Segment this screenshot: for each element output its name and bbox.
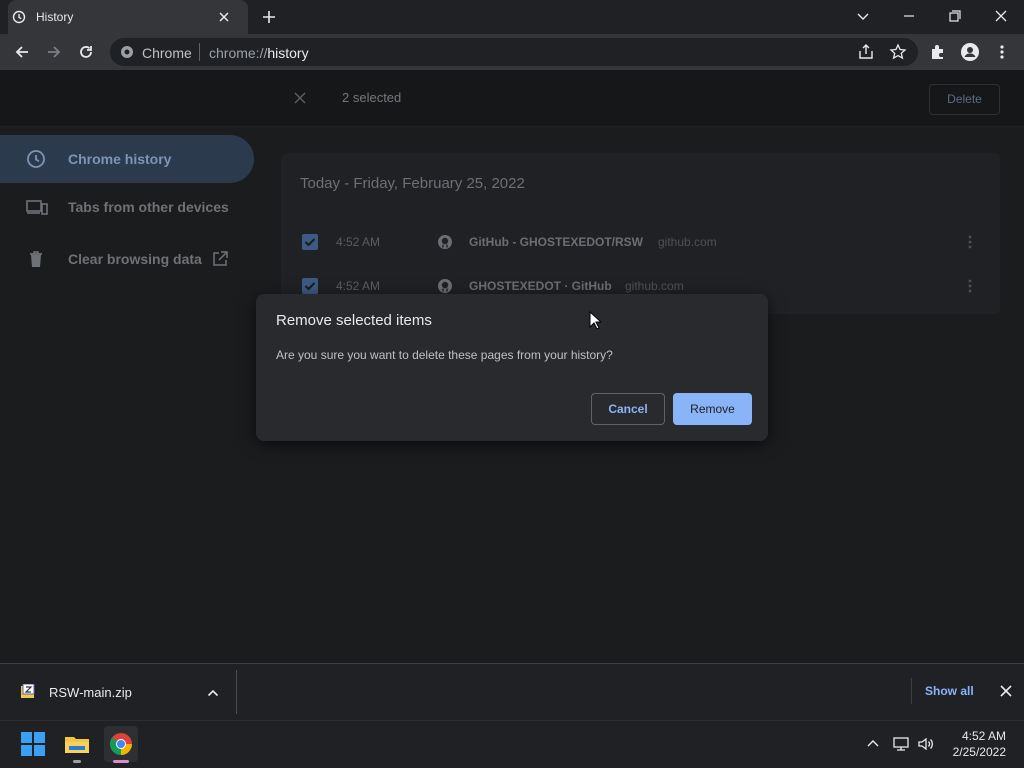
entry-checkbox[interactable] (302, 234, 318, 250)
entry-domain: github.com (658, 235, 717, 249)
profile-avatar-icon[interactable] (960, 42, 980, 62)
taskbar-active-indicator (113, 760, 129, 763)
chrome-app-icon[interactable] (105, 728, 137, 760)
new-tab-button[interactable] (260, 8, 278, 26)
dialog-message: Are you sure you want to delete these pa… (276, 348, 613, 362)
cancel-button[interactable]: Cancel (591, 393, 665, 425)
chrome-site-icon[interactable] (120, 45, 134, 59)
network-icon[interactable] (892, 735, 910, 753)
forward-button[interactable] (44, 42, 64, 62)
volume-icon[interactable] (917, 735, 935, 753)
trash-icon (26, 249, 46, 269)
clock-date[interactable]: 2/25/2022 (944, 745, 1006, 759)
github-favicon-icon (437, 278, 453, 294)
history-icon (12, 10, 26, 24)
sidebar-item-label: Chrome history (68, 151, 172, 167)
entry-time: 4:52 AM (336, 235, 381, 249)
shelf-divider (911, 678, 912, 704)
github-favicon-icon (437, 234, 453, 250)
entry-title[interactable]: GHOSTEXEDOT · GitHub (469, 279, 612, 293)
file-explorer-icon[interactable] (61, 728, 93, 760)
chevron-up-icon[interactable] (865, 736, 881, 752)
start-button-windows-icon[interactable] (17, 728, 49, 760)
reload-button[interactable] (76, 42, 96, 62)
day-heading: Today - Friday, February 25, 2022 (300, 175, 525, 192)
url-text: chrome://history (209, 45, 309, 61)
entry-title[interactable]: GitHub - GHOSTEXEDOT/RSW (469, 235, 643, 249)
show-all-link[interactable]: Show all (925, 684, 974, 698)
restore-button[interactable] (945, 6, 965, 26)
entry-domain: github.com (625, 279, 684, 293)
tab-close-icon[interactable] (216, 9, 232, 25)
close-shelf-icon[interactable] (998, 683, 1014, 699)
sidebar-item-label: Tabs from other devices (68, 199, 229, 215)
shelf-divider (236, 670, 237, 714)
taskbar-running-indicator (73, 760, 81, 763)
menu-kebab-icon[interactable] (992, 42, 1012, 62)
delete-button[interactable]: Delete (929, 84, 1000, 115)
selection-toolbar (0, 70, 1024, 127)
back-button[interactable] (12, 42, 32, 62)
close-window-button[interactable] (991, 6, 1011, 26)
minimize-button[interactable] (899, 6, 919, 26)
zip-file-icon (20, 684, 38, 700)
entry-menu-icon[interactable] (966, 278, 974, 294)
selected-count: 2 selected (342, 90, 402, 105)
entry-checkbox[interactable] (302, 278, 318, 294)
remove-button[interactable]: Remove (673, 393, 752, 425)
clock-icon (26, 149, 46, 169)
mouse-cursor-icon (589, 311, 601, 330)
url-scheme: chrome:// (209, 45, 268, 61)
bookmark-star-icon[interactable] (888, 42, 908, 62)
extensions-icon[interactable] (928, 42, 948, 62)
clock-time[interactable]: 4:52 AM (948, 729, 1006, 743)
tab-search-icon[interactable] (853, 6, 873, 26)
share-icon[interactable] (856, 42, 876, 62)
entry-time: 4:52 AM (336, 279, 381, 293)
sidebar-item-label: Clear browsing data (68, 251, 202, 267)
dialog-title: Remove selected items (276, 312, 432, 329)
url-host: history (267, 45, 309, 61)
tab-title: History (36, 10, 74, 24)
devices-icon (26, 198, 48, 216)
download-file-name: RSW-main.zip (49, 685, 132, 700)
entry-menu-icon[interactable] (966, 234, 974, 250)
omnibox-divider (199, 43, 200, 61)
external-link-icon (211, 250, 229, 268)
chevron-up-icon[interactable] (206, 686, 220, 700)
site-label: Chrome (142, 45, 192, 61)
clear-selection-icon[interactable] (292, 90, 308, 106)
